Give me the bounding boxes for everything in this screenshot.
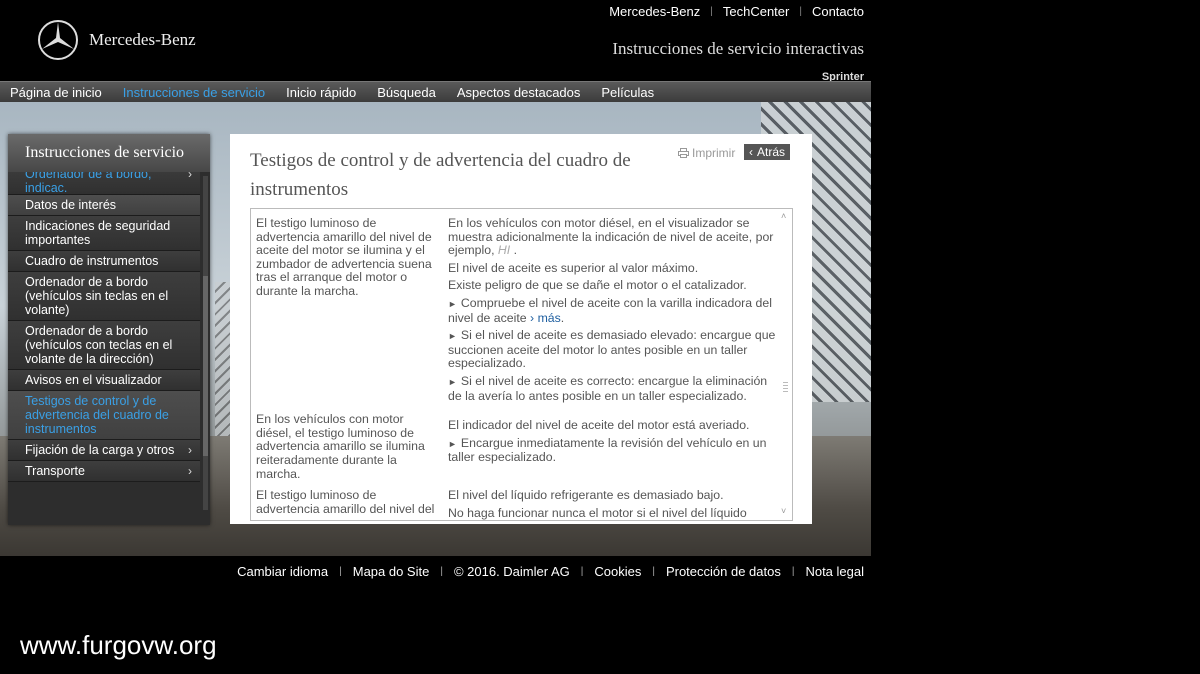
more-link-label: más (537, 310, 561, 325)
sidebar-item-label: Datos de interés (25, 198, 117, 212)
top-link-techcenter[interactable]: TechCenter (723, 4, 789, 20)
condition-cell: El testigo luminoso de advertencia amari… (256, 216, 432, 298)
sidebar-item-label: Fijación de la carga y otros (25, 443, 175, 457)
separator: | (652, 566, 655, 577)
sidebar-item-avisos-visualizador[interactable]: Avisos en el visualizador (8, 370, 200, 391)
nav-item-aspectos-destacados[interactable]: Aspectos destacados (457, 85, 581, 100)
back-label: Atrás (757, 145, 786, 159)
instruction-line: Compruebe el nivel de aceite con la vari… (448, 295, 776, 325)
separator: | (799, 6, 802, 17)
logo-text: Mercedes-Benz (89, 30, 196, 49)
sidebar-item-datos-de-interes[interactable]: Datos de interés (8, 195, 200, 216)
nav-item-inicio[interactable]: Página de inicio (10, 85, 102, 100)
table-row: El testigo luminoso de advertencia amari… (256, 488, 776, 520)
text: Compruebe el nivel de aceite con la vari… (448, 295, 772, 325)
print-label: Imprimir (692, 146, 736, 160)
sidebar-item-transporte[interactable]: Transporte › (8, 461, 200, 482)
sidebar-item-ordenador-sin-teclas[interactable]: Ordenador de a bordo (vehículos sin tecl… (8, 272, 200, 321)
sidebar-scrollbar[interactable] (203, 176, 208, 510)
text-line: El indicador del nivel de aceite del mot… (448, 418, 750, 433)
action-cell: El nivel del líquido refrigerante es dem… (448, 488, 776, 520)
sidebar-item-label: Ordenador de a bordo (vehículos con tecl… (25, 324, 173, 366)
instruction-line: Encargue inmediatamente la revisión del … (448, 436, 776, 465)
top-link-contacto[interactable]: Contacto (812, 4, 864, 20)
brand-logo[interactable]: Mercedes-Benz (37, 19, 196, 61)
sidebar-item-label: Ordenador de a bordo (vehículos sin tecl… (25, 275, 169, 317)
sidebar-item-label: Indicaciones de seguridad importantes (25, 219, 171, 247)
warning-table[interactable]: El testigo luminoso de advertencia amari… (250, 208, 793, 521)
scrollbar-grip[interactable] (783, 382, 788, 392)
condition-cell: El testigo luminoso de advertencia amari… (256, 488, 435, 516)
mercedes-star-icon (38, 20, 78, 60)
nav-item-peliculas[interactable]: Películas (601, 85, 654, 100)
watermark: www.furgovw.org (20, 630, 217, 660)
main-nav: Página de inicio Instrucciones de servic… (0, 81, 871, 103)
table-row: En los vehículos con motor diésel, el te… (256, 412, 776, 481)
page-subtitle: Instrucciones de servicio interactivas (612, 39, 864, 58)
chevron-left-icon: ‹ (749, 145, 753, 159)
table-row: El testigo luminoso de advertencia amari… (256, 216, 776, 407)
sidebar-title: Instrucciones de servicio (8, 134, 210, 172)
action-cell: El indicador del nivel de aceite del mot… (448, 413, 776, 481)
footer-copyright: © 2016. Daimler AG (453, 564, 570, 579)
print-button[interactable]: Imprimir (678, 146, 735, 160)
separator: | (791, 566, 795, 577)
sidebar-item-label: Cuadro de instrumentos (25, 254, 159, 268)
chevron-right-icon: › (188, 443, 192, 457)
separator: | (440, 566, 443, 577)
sidebar-item-label: Ordenador de a bordo, indicac. (25, 172, 152, 195)
text-line: El nivel del líquido refrigerante es dem… (448, 488, 724, 503)
footer: Cambiar idioma | Mapa do Site | © 2016. … (237, 564, 864, 579)
back-button[interactable]: ‹ Atrás (744, 144, 791, 160)
sidebar-item-cuadro-instrumentos[interactable]: Cuadro de instrumentos (8, 251, 200, 272)
more-link[interactable]: › más (530, 311, 561, 325)
sidebar-item-label: Testigos de control y de advertencia del… (25, 394, 169, 436)
chevron-right-icon: › (188, 464, 192, 478)
instruction-line: Si el nivel de aceite es correcto: encar… (448, 374, 776, 403)
footer-link-cookies[interactable]: Cookies (594, 564, 641, 579)
top-links: Mercedes-Benz | TechCenter | Contacto (609, 4, 864, 20)
sidebar-item-indicaciones-seguridad[interactable]: Indicaciones de seguridad importantes (8, 216, 200, 251)
condition-cell: En los vehículos con motor diésel, el te… (256, 412, 425, 481)
text-line: En los vehículos con motor diésel, en el… (448, 216, 774, 258)
chevron-down-icon[interactable]: ˅ (781, 506, 786, 516)
footer-link-nota-legal[interactable]: Nota legal (805, 564, 864, 579)
instruction-line: Si el nivel de aceite es demasiado eleva… (448, 328, 776, 371)
sidebar-item-fijacion-carga[interactable]: Fijación de la carga y otros › (8, 440, 200, 461)
separator: | (710, 6, 713, 17)
content-panel: Testigos de control y de advertencia del… (230, 134, 812, 524)
text-line: Existe peligro de que se dañe el motor o… (448, 278, 747, 293)
nav-item-busqueda[interactable]: Búsqueda (377, 85, 436, 100)
top-link-mercedes-benz[interactable]: Mercedes-Benz (609, 4, 700, 20)
sidebar-item-ordenador-con-teclas[interactable]: Ordenador de a bordo (vehículos con tecl… (8, 321, 200, 370)
separator: | (580, 566, 584, 577)
sidebar: Instrucciones de servicio Ordenador de a… (8, 134, 210, 525)
footer-link-mapa-site[interactable]: Mapa do Site (353, 564, 430, 579)
chevron-right-icon: › (188, 172, 192, 181)
text-line: El nivel de aceite es superior al valor … (448, 260, 699, 275)
sidebar-list: Ordenador de a bordo, indicac. › Datos d… (8, 172, 200, 512)
nav-item-instrucciones[interactable]: Instrucciones de servicio (123, 85, 265, 100)
sidebar-item-label: Transporte (25, 464, 85, 478)
display-code: HI (497, 243, 511, 258)
content-scrollbar[interactable]: ˄ ˅ (781, 211, 790, 516)
footer-link-cambiar-idioma[interactable]: Cambiar idioma (237, 564, 328, 579)
sidebar-item-ordenador-indicac[interactable]: Ordenador de a bordo, indicac. › (8, 172, 200, 195)
footer-link-proteccion-datos[interactable]: Protección de datos (666, 564, 781, 579)
chevron-up-icon[interactable]: ˄ (781, 211, 786, 221)
sidebar-item-label: Avisos en el visualizador (25, 373, 162, 387)
sidebar-scrollbar-thumb[interactable] (203, 276, 208, 456)
table-rows: El testigo luminoso de advertencia amari… (256, 216, 776, 520)
action-cell: En los vehículos con motor diésel, en el… (448, 216, 776, 407)
separator: | (339, 566, 342, 577)
sidebar-item-testigos-control[interactable]: Testigos de control y de advertencia del… (8, 391, 200, 440)
page-title: Testigos de control y de advertencia del… (250, 150, 631, 200)
printer-icon (678, 148, 689, 158)
nav-item-inicio-rapido[interactable]: Inicio rápido (286, 85, 356, 100)
text-line: No haga funcionar nunca el motor si el n… (448, 505, 747, 520)
text: En los vehículos con motor diésel, en el… (448, 216, 774, 258)
